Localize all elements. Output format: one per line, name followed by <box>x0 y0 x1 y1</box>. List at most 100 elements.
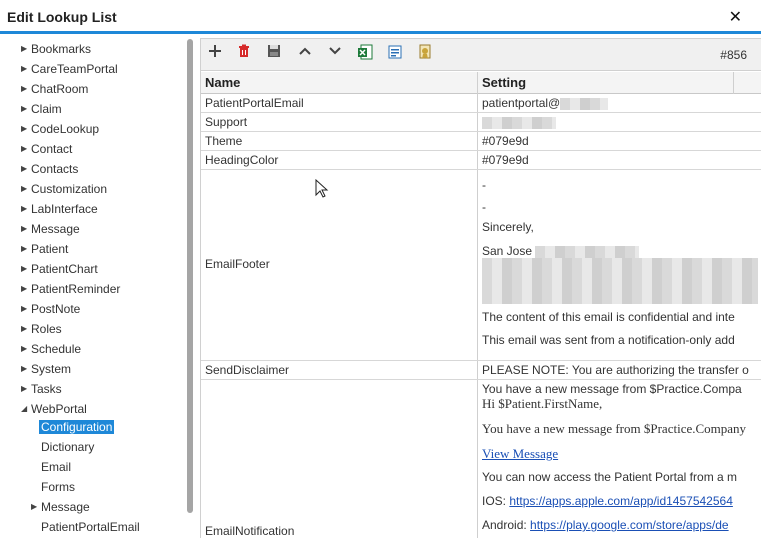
cell-name: EmailNotification <box>205 524 295 538</box>
tree-item-forms[interactable]: Forms <box>41 477 75 497</box>
cell-name: HeadingColor <box>205 153 279 167</box>
expand-arrow-icon[interactable]: ▶ <box>21 119 31 139</box>
tree-item-system[interactable]: ▶ System <box>21 359 71 379</box>
table-row[interactable]: Theme #079e9d <box>201 132 761 151</box>
expand-arrow-icon[interactable]: ▶ <box>21 199 31 219</box>
table-row[interactable]: Support <box>201 113 761 132</box>
expand-arrow-icon[interactable]: ▶ <box>21 319 31 339</box>
redacted-block <box>482 116 556 129</box>
tree-item-webportal[interactable]: ◢ WebPortal <box>21 399 87 419</box>
android-label: Android: <box>482 518 527 532</box>
tree-item-claim[interactable]: ▶ Claim <box>21 99 62 119</box>
tree-item-message[interactable]: ▶ Message <box>21 219 80 239</box>
tree-item-schedule[interactable]: ▶ Schedule <box>21 339 81 359</box>
notification-line: IOS: https://apps.apple.com/app/id145754… <box>482 494 733 508</box>
cell-setting-text: patientportal@ <box>482 96 561 110</box>
footer-line: This email was sent from a notification-… <box>482 333 735 347</box>
move-down-icon[interactable] <box>325 44 345 64</box>
table-row[interactable]: EmailFooter - - Sincerely, San Jose The … <box>201 170 761 361</box>
tree-item-patientchart[interactable]: ▶ PatientChart <box>21 259 98 279</box>
tree-item-careteamportal[interactable]: ▶ CareTeamPortal <box>21 59 118 79</box>
expand-arrow-icon[interactable]: ▶ <box>21 279 31 299</box>
cell-name: Support <box>205 115 248 129</box>
footer-line: - <box>482 200 486 214</box>
cell-name: SendDisclaimer <box>205 363 290 377</box>
tree-item-dictionary[interactable]: Dictionary <box>41 437 94 457</box>
expand-arrow-icon[interactable]: ▶ <box>21 39 31 59</box>
expand-arrow-icon[interactable]: ▶ <box>21 219 31 239</box>
table-row[interactable]: HeadingColor #079e9d <box>201 151 761 170</box>
tree-item-contacts[interactable]: ▶ Contacts <box>21 159 78 179</box>
close-icon[interactable]: ✕ <box>729 7 742 27</box>
ios-app-link[interactable]: https://apps.apple.com/app/id1457542564 <box>509 494 733 508</box>
delete-icon[interactable] <box>234 44 254 64</box>
column-divider <box>733 72 734 94</box>
expand-arrow-icon[interactable]: ▶ <box>21 99 31 119</box>
expand-arrow-icon[interactable]: ▶ <box>21 59 31 79</box>
footer-line: - <box>482 178 486 192</box>
expand-arrow-icon[interactable]: ▶ <box>21 179 31 199</box>
table-row[interactable]: SendDisclaimer PLEASE NOTE: You are auth… <box>201 361 761 380</box>
tree-item-labinterface[interactable]: ▶ LabInterface <box>21 199 98 219</box>
tree-item-configuration[interactable]: Configuration <box>39 417 115 437</box>
tree-item-webportal-message[interactable]: ▶ Message <box>31 497 90 517</box>
expand-arrow-icon[interactable]: ▶ <box>21 379 31 399</box>
dialog-title: Edit Lookup List <box>7 9 117 25</box>
table-row[interactable]: EmailNotification You have a new message… <box>201 380 761 538</box>
footer-line: Sincerely, <box>482 220 534 234</box>
redacted-block <box>535 245 640 258</box>
redacted-block <box>482 258 758 304</box>
cell-setting[interactable]: #079e9d <box>478 134 761 148</box>
tree-item-email[interactable]: Email <box>41 457 71 477</box>
expand-arrow-icon[interactable]: ▶ <box>21 139 31 159</box>
expand-arrow-icon[interactable]: ▶ <box>21 339 31 359</box>
tree-item-tasks[interactable]: ▶ Tasks <box>21 379 62 399</box>
certificate-icon[interactable] <box>415 44 435 64</box>
expand-arrow-icon[interactable]: ▶ <box>21 239 31 259</box>
cell-setting[interactable]: #079e9d <box>478 153 761 167</box>
settings-panel: #856 Name Setting PatientPortalEmail pat… <box>200 38 761 538</box>
tree-item-postnote[interactable]: ▶ PostNote <box>21 299 80 319</box>
table-row[interactable]: PatientPortalEmail patientportal@ <box>201 94 761 113</box>
cell-name: PatientPortalEmail <box>205 96 304 110</box>
record-id: #856 <box>720 48 747 62</box>
tree-item-patientreminder[interactable]: ▶ PatientReminder <box>21 279 120 299</box>
footer-line: San Jose <box>482 244 640 258</box>
column-header-setting[interactable]: Setting <box>478 72 733 94</box>
export-excel-icon[interactable] <box>355 44 375 64</box>
export-csv-icon[interactable] <box>385 44 405 64</box>
cell-setting[interactable]: patientportal@ <box>478 96 761 110</box>
notification-line: Hi $Patient.FirstName, <box>482 396 603 411</box>
expand-arrow-icon[interactable]: ▶ <box>21 159 31 179</box>
tree-item-patient[interactable]: ▶ Patient <box>21 239 68 259</box>
cell-setting[interactable]: You have a new message from $Practice.Co… <box>478 380 761 538</box>
view-message-link[interactable]: View Message <box>482 446 558 462</box>
tree-item-patientportalemail[interactable]: PatientPortalEmail <box>41 517 140 537</box>
ios-label: IOS: <box>482 494 507 508</box>
cell-setting[interactable]: PLEASE NOTE: You are authorizing the tra… <box>478 363 761 377</box>
tree-item-codelookup[interactable]: ▶ CodeLookup <box>21 119 99 139</box>
save-icon[interactable] <box>264 44 284 64</box>
tree-item-roles[interactable]: ▶ Roles <box>21 319 62 339</box>
notification-line: Android: https://play.google.com/store/a… <box>482 518 729 532</box>
android-app-link[interactable]: https://play.google.com/store/apps/de <box>530 518 729 532</box>
tree-item-chatroom[interactable]: ▶ ChatRoom <box>21 79 88 99</box>
cell-setting[interactable] <box>478 115 761 129</box>
expand-arrow-icon[interactable]: ▶ <box>21 359 31 379</box>
tree-item-customization[interactable]: ▶ Customization <box>21 179 107 199</box>
expand-arrow-icon[interactable]: ▶ <box>21 259 31 279</box>
tree-scrollbar[interactable] <box>187 39 193 513</box>
collapse-arrow-icon[interactable]: ◢ <box>21 399 31 419</box>
tree-item-contact[interactable]: ▶ Contact <box>21 139 72 159</box>
grid-header: Name Setting <box>201 72 761 94</box>
column-header-name[interactable]: Name <box>201 72 478 94</box>
add-icon[interactable] <box>205 44 225 64</box>
expand-arrow-icon[interactable]: ▶ <box>21 79 31 99</box>
expand-arrow-icon[interactable]: ▶ <box>31 497 41 517</box>
tree-item-bookmarks[interactable]: ▶ Bookmarks <box>21 39 91 59</box>
redacted-block <box>560 97 609 110</box>
expand-arrow-icon[interactable]: ▶ <box>21 299 31 319</box>
cell-setting[interactable]: - - Sincerely, San Jose The content of t… <box>478 170 761 361</box>
lookup-tree: ▶ Bookmarks ▶ CareTeamPortal ▶ ChatRoom ▶ Cl… <box>0 37 186 538</box>
move-up-icon[interactable] <box>295 44 315 64</box>
